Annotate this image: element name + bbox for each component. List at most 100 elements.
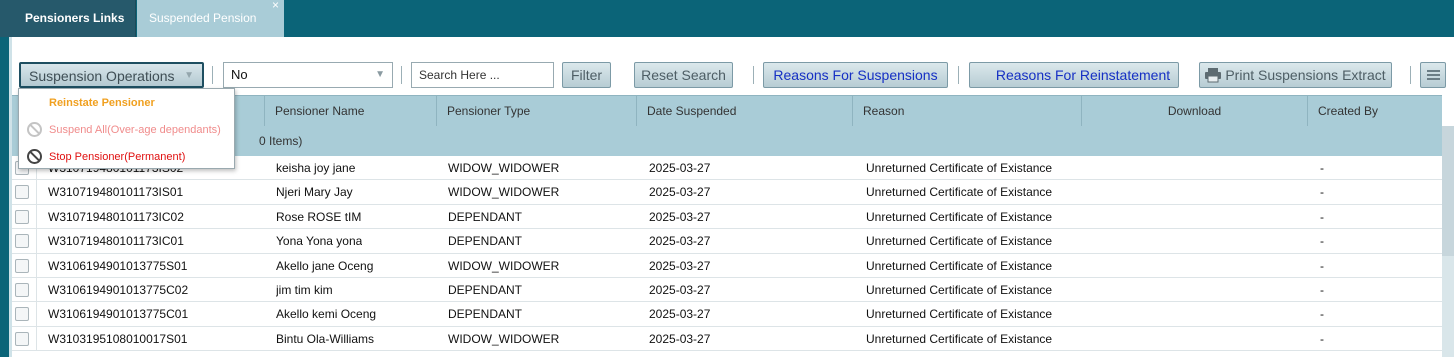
cell-created-by: - [1320,185,1324,200]
search-input[interactable] [411,62,554,88]
cell-pensioner-name: keisha joy jane [276,161,356,175]
table-row[interactable]: W3106194901013775C01 Akello kemi Oceng DEP… [12,302,1442,327]
separator [958,66,959,84]
prohibited-icon [27,122,42,137]
table-row[interactable]: W3106194901013775S01 Akello jane Oceng WID… [12,253,1442,278]
cell-date-suspended: 2025-03-27 [649,161,711,175]
cell-created-by: - [1320,307,1324,322]
cell-id: W3106194901013775C02 [48,283,189,297]
cell-id: W310719480101173IC01 [48,234,184,249]
cell-reason: Unreturned Certificate of Existance [866,258,1053,273]
cell-id: W3106194901013775S01 [48,258,188,273]
cell-created-by: - [1320,209,1324,224]
cell-date-suspended: 2025-03-27 [649,185,711,200]
column-header-reason[interactable]: Reason [852,96,1081,126]
cell-created-by: - [1320,283,1324,297]
table-row[interactable]: W310719480101173IS01 Njeri Mary Jay WIDOW_… [12,180,1442,205]
row-divider [36,204,37,229]
cell-pensioner-type: DEPENDANT [448,283,523,297]
row-divider [36,326,37,351]
cell-date-suspended: 2025-03-27 [649,283,711,297]
row-checkbox[interactable] [15,185,29,200]
column-header-pensioner-name[interactable]: Pensioner Name [264,96,436,126]
separator [753,66,754,84]
tab-pensioners-links[interactable]: Pensioners Links [0,0,136,37]
row-divider [36,253,37,278]
filter-select[interactable]: No ▼ [223,62,393,88]
cell-reason: Unreturned Certificate of Existance [866,307,1053,322]
tab-strip: Pensioners Links Suspended Pension × [0,0,1454,37]
table-row[interactable]: W3106194901013775C02 jim tim kim DEPENDANT… [12,278,1442,303]
cell-pensioner-name: Rose ROSE tIM [276,209,362,224]
filter-button[interactable]: Filter [562,62,611,88]
frame-border [0,37,9,357]
print-suspensions-extract-button[interactable]: Print Suspensions Extract [1199,62,1392,88]
reasons-for-reinstatement-button[interactable]: Reasons For Reinstatement [969,62,1179,88]
menu-item-label: Reinstate Pensioner [49,97,155,109]
column-header-created-by[interactable]: Created By [1307,96,1442,126]
column-header-pensioner-type[interactable]: Pensioner Type [436,96,636,126]
table-row[interactable]: W310719480101173IC01 Yona Yona yona DEPEND… [12,229,1442,254]
row-divider [36,278,37,302]
tab-suspended-pension[interactable]: Suspended Pension × [137,0,284,37]
suspension-operations-label: Suspension Operations [29,68,175,84]
row-checkbox[interactable] [15,209,29,224]
cell-pensioner-name: Akello kemi Oceng [276,307,377,322]
cell-reason: Unreturned Certificate of Existance [866,185,1053,200]
menu-button[interactable] [1420,62,1446,88]
printer-icon [1205,68,1221,83]
menu-item-suspend-all[interactable]: Suspend All(Over-age dependants) [19,117,234,143]
close-icon[interactable]: × [272,0,279,24]
cell-reason: Unreturned Certificate of Existance [866,234,1053,249]
cell-reason: Unreturned Certificate of Existance [866,283,1053,297]
cell-created-by: - [1320,234,1324,249]
cell-pensioner-name: Bintu Ola-Williams [276,331,375,346]
cell-pensioner-name: Yona Yona yona [276,234,363,249]
group-count: 0 Items) [259,134,303,148]
cell-reason: Unreturned Certificate of Existance [866,331,1053,346]
row-checkbox[interactable] [15,283,29,297]
cell-pensioner-type: DEPENDANT [448,209,523,224]
cell-id: W3103195108010017S01 [48,331,188,346]
chevron-down-icon: ▼ [375,69,385,80]
cell-date-suspended: 2025-03-27 [649,307,711,322]
row-divider [36,229,37,254]
cell-pensioner-name: jim tim kim [276,283,333,297]
cell-pensioner-type: WIDOW_WIDOWER [448,185,560,200]
menu-item-label: Stop Pensioner(Permanent) [49,151,186,163]
filter-select-value: No [231,67,248,82]
menu-item-reinstate-pensioner[interactable]: Reinstate Pensioner [19,90,234,116]
cell-pensioner-type: DEPENDANT [448,234,523,249]
menu-item-stop-pensioner[interactable]: Stop Pensioner(Permanent) [19,144,234,170]
table-row[interactable]: W310719480101173IC02 Rose ROSE tIM DEPENDA… [12,204,1442,230]
cell-created-by: - [1320,331,1324,346]
suspension-operations-button[interactable]: Suspension Operations ▼ [19,62,204,88]
reasons-for-suspensions-button[interactable]: Reasons For Suspensions [763,62,948,88]
cell-id: W3106194901013775C01 [48,307,189,322]
row-checkbox[interactable] [15,331,29,346]
column-header-date-suspended[interactable]: Date Suspended [636,96,852,126]
row-checkbox[interactable] [15,258,29,273]
toolbar: Suspension Operations ▼ No ▼ Filter Rese… [12,37,1454,95]
scrollbar-thumb[interactable] [1442,126,1454,256]
row-checkbox[interactable] [15,234,29,249]
row-divider [36,180,37,205]
separator [1410,66,1411,84]
chevron-down-icon: ▼ [184,70,194,81]
column-header-download[interactable]: Download [1081,96,1307,126]
menu-item-label: Suspend All(Over-age dependants) [49,124,221,136]
cell-pensioner-type: WIDOW_WIDOWER [448,161,560,175]
table-row[interactable]: W3103195108010017S01 Bintu Ola-Williams WI… [12,326,1442,352]
cell-pensioner-name: Akello jane Oceng [276,258,374,273]
cell-id: W310719480101173IS01 [48,185,184,200]
cell-pensioner-type: WIDOW_WIDOWER [448,331,560,346]
reset-search-button[interactable]: Reset Search [634,62,733,88]
cell-reason: Unreturned Certificate of Existance [866,209,1053,224]
tab-label: Suspended Pension [149,11,257,25]
cell-id: W310719480101173IC02 [48,209,184,224]
cell-pensioner-type: DEPENDANT [448,307,523,322]
row-checkbox[interactable] [15,307,29,322]
prohibited-icon [27,149,42,164]
separator [212,66,213,84]
row-divider [36,302,37,327]
